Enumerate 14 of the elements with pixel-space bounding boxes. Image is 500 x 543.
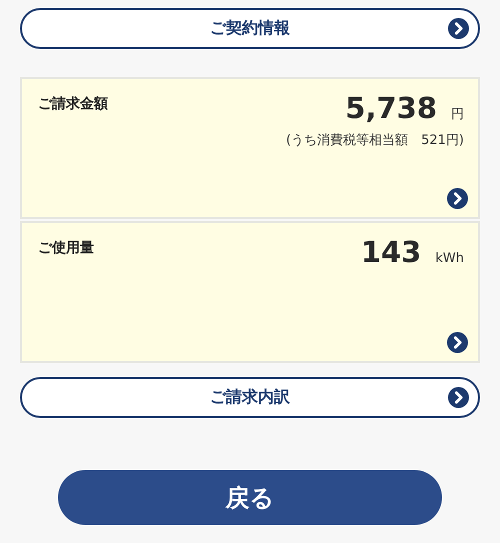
billing-breakdown-button[interactable]: ご請求内訳	[20, 377, 480, 418]
unit-label: 円	[451, 106, 464, 123]
back-button[interactable]: 戻る	[58, 470, 442, 525]
contract-info-button[interactable]: ご契約情報	[20, 8, 480, 49]
unit-label: kWh	[435, 251, 464, 266]
chevron-icon	[448, 387, 469, 408]
amount-value: 5,738	[345, 91, 437, 125]
chevron-icon	[447, 332, 468, 353]
chevron-icon	[447, 188, 468, 209]
card-title: ご請求金額	[38, 95, 108, 113]
chevron-icon	[448, 18, 469, 39]
amount-value: 143	[360, 235, 422, 269]
card-title: ご使用量	[38, 239, 94, 257]
tax-note: (うち消費税等相当額 521円)	[286, 132, 464, 149]
